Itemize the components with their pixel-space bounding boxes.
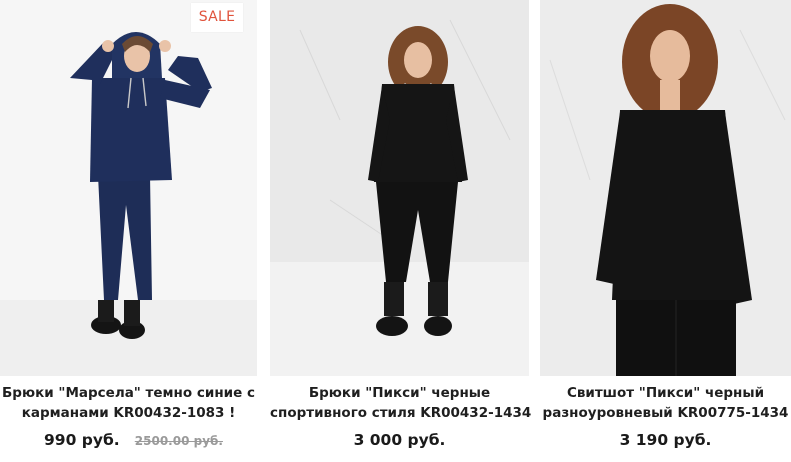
product-card[interactable]: SALE Брюки "Марсела" темно синие с карма…	[0, 0, 257, 462]
product-price: 990 руб.	[44, 431, 120, 449]
price-row: 990 руб. 2500.00 руб.	[0, 430, 257, 449]
product-title[interactable]: Брюки "Марсела" темно синие с карманами …	[0, 383, 257, 423]
product-price: 3 000 руб.	[353, 431, 446, 449]
price-row: 3 000 руб.	[270, 430, 529, 449]
product-card[interactable]: Брюки "Пикси" черные спортивного стиля K…	[270, 0, 531, 462]
product-title-line[interactable]: разноуровневый KR00775-1434	[540, 403, 791, 423]
product-title-line[interactable]: Брюки "Марсела" темно синие с	[0, 383, 257, 403]
product-card[interactable]: Свитшот "Пикси" черный разноуровневый KR…	[540, 0, 791, 462]
product-image[interactable]	[0, 0, 257, 376]
product-title-line[interactable]: спортивного стиля KR00432-1434	[270, 403, 531, 423]
product-title[interactable]: Брюки "Пикси" черные спортивного стиля K…	[270, 383, 531, 423]
product-price: 3 190 руб.	[619, 431, 712, 449]
product-image[interactable]	[540, 0, 791, 376]
sale-badge: SALE	[191, 3, 243, 32]
product-title-line[interactable]: карманами KR00432-1083 !	[0, 403, 257, 423]
price-row: 3 190 руб.	[540, 430, 791, 449]
product-title[interactable]: Свитшот "Пикси" черный разноуровневый KR…	[540, 383, 791, 423]
product-image[interactable]	[270, 0, 529, 376]
old-price: 2500.00 руб.	[134, 434, 223, 448]
product-title-line[interactable]: Брюки "Пикси" черные	[270, 383, 529, 403]
product-title-line[interactable]: Свитшот "Пикси" черный	[540, 383, 791, 403]
product-grid: SALE Брюки "Марсела" темно синие с карма…	[0, 0, 791, 462]
